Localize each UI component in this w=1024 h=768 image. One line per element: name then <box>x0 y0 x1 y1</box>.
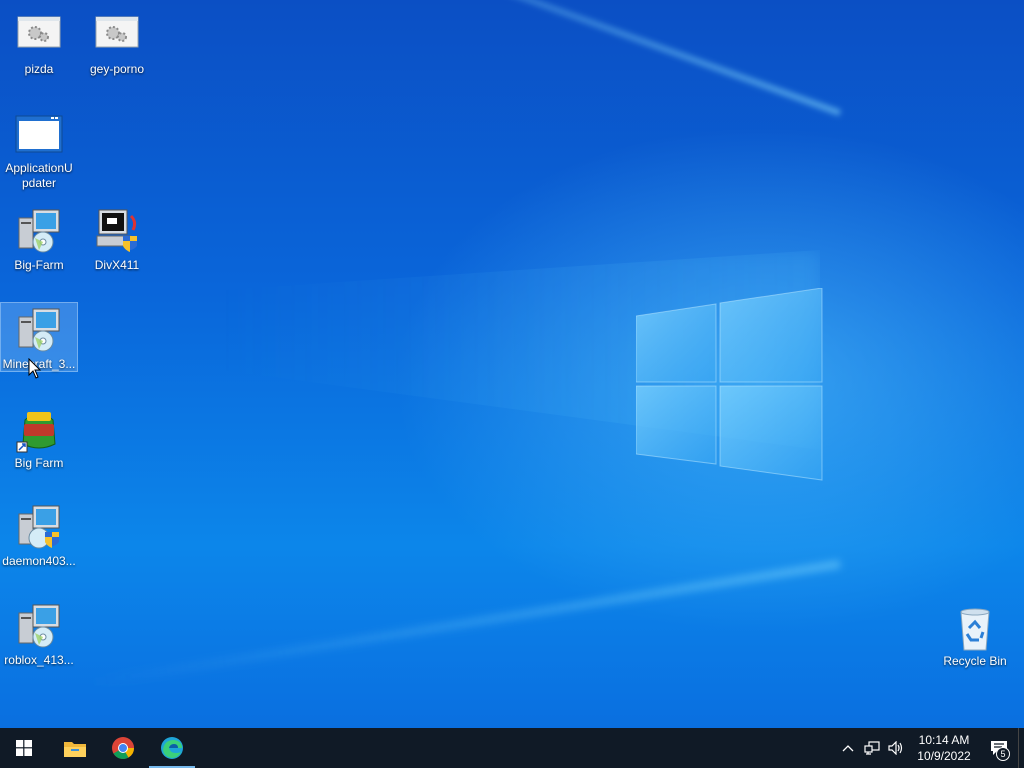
light-ray <box>162 0 842 116</box>
show-desktop-button[interactable] <box>1018 728 1024 768</box>
installer-icon <box>15 307 63 355</box>
gear-window-icon <box>93 12 141 60</box>
clock[interactable]: 10:14 AM 10/9/2022 <box>908 732 980 764</box>
icon-label: Big Farm <box>14 456 64 470</box>
big-farm-logo-icon <box>15 406 63 454</box>
network-button[interactable] <box>860 728 884 768</box>
gear-window-icon <box>15 12 63 60</box>
taskbar-file-explorer[interactable] <box>51 728 99 768</box>
volume-icon <box>888 741 903 755</box>
clock-time: 10:14 AM <box>918 733 970 747</box>
desktop[interactable]: pizda gey-porno ApplicationUpdater Big-F… <box>0 0 1024 728</box>
desktop-icon-applicationupdater[interactable]: ApplicationUpdater <box>1 107 77 191</box>
icon-label: gey-porno <box>89 62 145 76</box>
chevron-up-icon <box>842 745 854 752</box>
icon-label: Recycle Bin <box>943 654 1007 668</box>
icon-label: roblox_413... <box>4 653 74 667</box>
taskbar: 10:14 AM 10/9/2022 5 <box>0 728 1024 768</box>
action-center-button[interactable]: 5 <box>980 728 1018 768</box>
taskbar-chrome[interactable] <box>99 728 147 768</box>
icon-label: DivX411 <box>94 258 140 272</box>
taskbar-edge[interactable] <box>147 728 197 768</box>
icon-label: Big-Farm <box>14 258 64 272</box>
desktop-icon-gey-porno[interactable]: gey-porno <box>79 8 155 77</box>
desktop-icon-big-farm-shortcut[interactable]: Big Farm <box>1 402 77 471</box>
notification-count-badge: 5 <box>996 747 1010 761</box>
desktop-icon-recycle-bin[interactable]: Recycle Bin <box>937 600 1013 669</box>
icon-label: daemon403... <box>2 554 76 568</box>
light-ray <box>88 560 841 687</box>
windows-logo-wallpaper <box>636 288 823 481</box>
desktop-icon-pizda[interactable]: pizda <box>1 8 77 77</box>
mouse-cursor-icon <box>28 358 42 379</box>
system-tray: 10:14 AM 10/9/2022 5 <box>836 728 1024 768</box>
file-explorer-icon <box>64 742 86 757</box>
installer-icon <box>15 603 63 651</box>
blank-window-icon <box>15 111 63 159</box>
show-hidden-icons-button[interactable] <box>836 728 860 768</box>
network-icon <box>864 741 880 755</box>
installer-shield-icon <box>93 208 141 256</box>
clock-date: 10/9/2022 <box>917 749 971 763</box>
icon-label: pizda <box>24 62 54 76</box>
windows-start-icon <box>16 740 32 756</box>
volume-button[interactable] <box>884 728 908 768</box>
chrome-icon <box>112 737 134 759</box>
installer-shield-icon <box>15 504 63 552</box>
edge-icon <box>161 737 183 759</box>
desktop-icon-daemon-installer[interactable]: daemon403... <box>1 500 77 569</box>
icon-label: ApplicationUpdater <box>5 161 73 190</box>
installer-icon <box>15 208 63 256</box>
desktop-icon-divx411[interactable]: DivX411 <box>79 204 155 273</box>
desktop-icon-roblox-installer[interactable]: roblox_413... <box>1 599 77 668</box>
start-button[interactable] <box>0 728 48 768</box>
desktop-icon-big-farm-installer[interactable]: Big-Farm <box>1 204 77 273</box>
recycle-bin-icon <box>951 604 999 652</box>
